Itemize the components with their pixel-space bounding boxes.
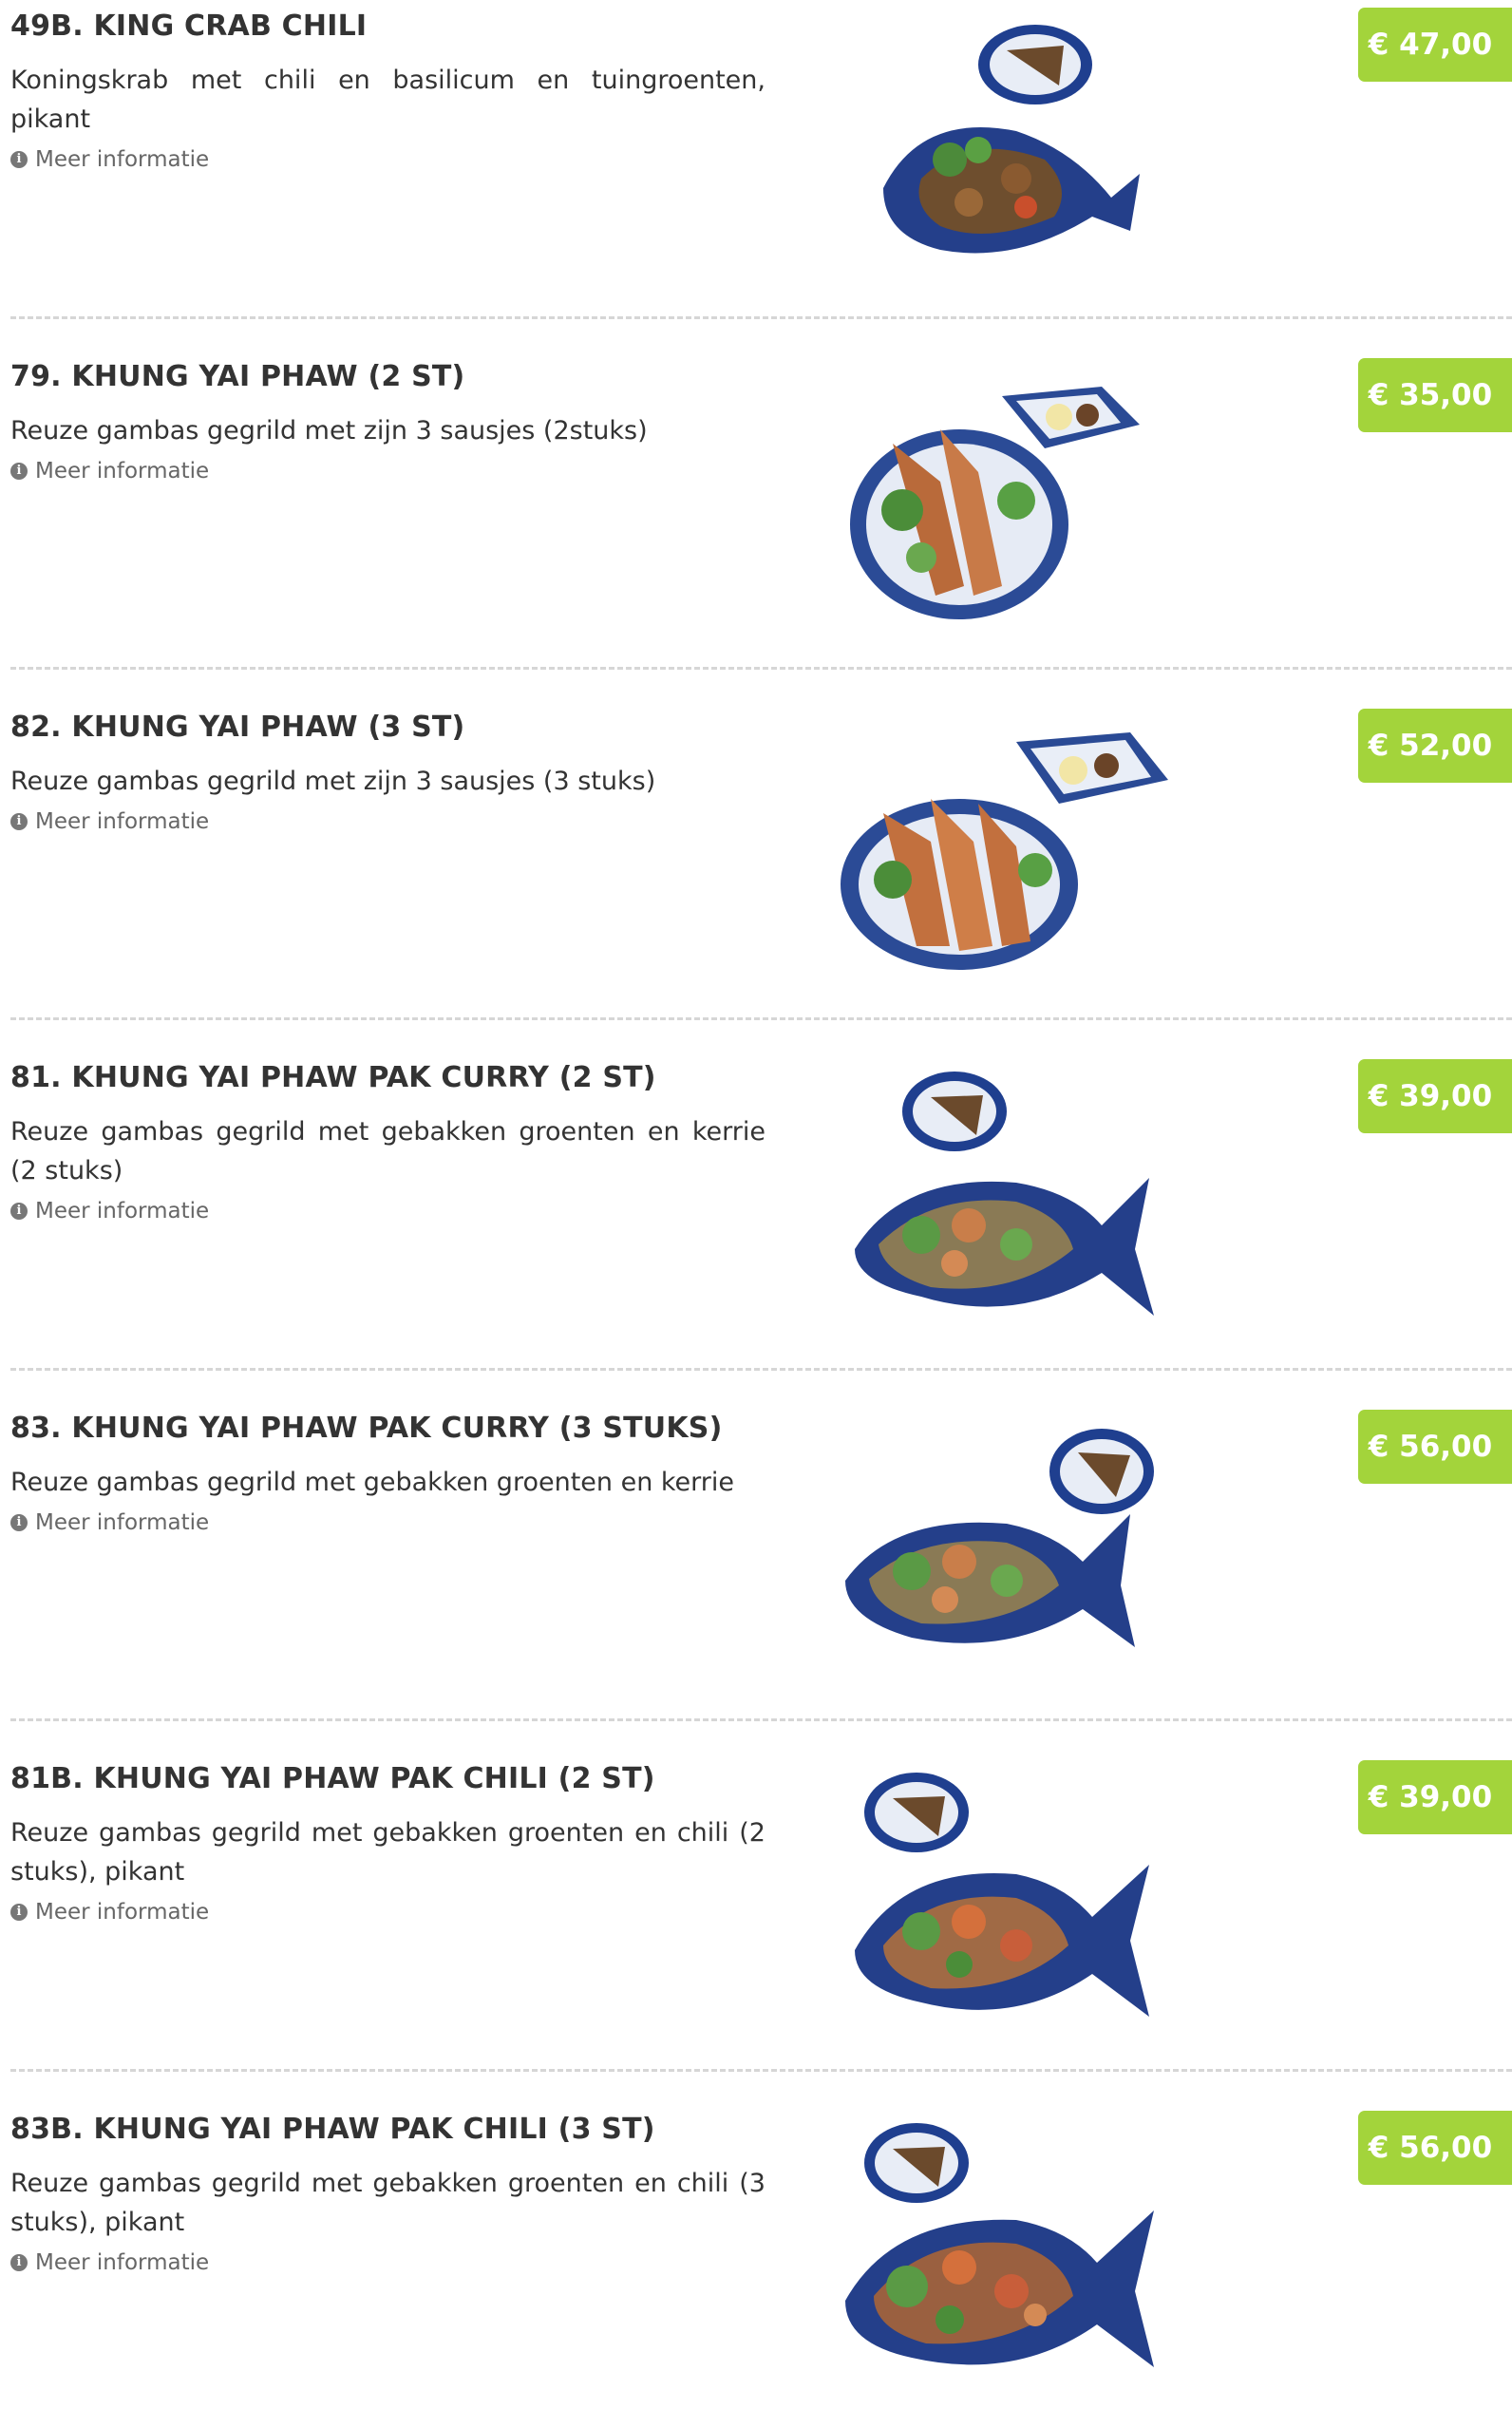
menu-item-description: Reuze gambas gegrild met gebakken groent…	[10, 1117, 765, 1186]
more-info-link[interactable]: i Meer informatie	[10, 1508, 765, 1538]
menu-item-description: Reuze gambas gegrild met zijn 3 sausjes …	[10, 416, 648, 446]
menu-item-title: 83. KHUNG YAI PHAW PAK CURRY (3 STUKS)	[10, 1412, 723, 1445]
more-info-label: Meer informatie	[35, 1900, 210, 1925]
more-info-link[interactable]: i Meer informatie	[10, 144, 765, 175]
menu-item-title: 83B. KHUNG YAI PHAW PAK CHILI (3 ST)	[10, 2113, 655, 2146]
more-info-link[interactable]: i Meer informatie	[10, 456, 765, 486]
menu-item: 81B. KHUNG YAI PHAW PAK CHILI (2 ST) Reu…	[0, 1753, 1512, 2103]
menu-item-info: 81. KHUNG YAI PHAW PAK CURRY (2 ST) Reuz…	[10, 1057, 765, 1226]
fish-plate-dish-image	[826, 2111, 1187, 2386]
price-button[interactable]: € 39,00	[1358, 1059, 1512, 1133]
menu-item-info: 49B. KING CRAB CHILI Koningskrab met chi…	[10, 6, 765, 175]
menu-item-description: Reuze gambas gegrild met gebakken groent…	[10, 1468, 735, 1497]
more-info-label: Meer informatie	[35, 1510, 210, 1535]
menu-item: 82. KHUNG YAI PHAW (3 ST) Reuze gambas g…	[0, 701, 1512, 1052]
menu-item-description: Reuze gambas gegrild met zijn 3 sausjes …	[10, 767, 656, 796]
menu-item-description: Reuze gambas gegrild met gebakken groent…	[10, 2169, 765, 2237]
more-info-label: Meer informatie	[35, 809, 210, 834]
more-info-label: Meer informatie	[35, 459, 210, 484]
more-info-link[interactable]: i Meer informatie	[10, 1196, 765, 1226]
menu-item: 83. KHUNG YAI PHAW PAK CURRY (3 STUKS) R…	[0, 1402, 1512, 1753]
menu-item-title: 81. KHUNG YAI PHAW PAK CURRY (2 ST)	[10, 1061, 656, 1094]
price-button[interactable]: € 52,00	[1358, 709, 1512, 783]
menu-item-info: 81B. KHUNG YAI PHAW PAK CHILI (2 ST) Reu…	[10, 1758, 765, 1927]
more-info-link[interactable]: i Meer informatie	[10, 2248, 765, 2278]
info-icon: i	[10, 1203, 28, 1220]
info-icon: i	[10, 151, 28, 168]
more-info-link[interactable]: i Meer informatie	[10, 1897, 765, 1927]
fish-plate-dish-image	[826, 1410, 1187, 1685]
menu-item-description: Reuze gambas gegrild met gebakken groent…	[10, 1818, 765, 1887]
info-icon: i	[10, 1904, 28, 1921]
menu-item-description: Koningskrab met chili en basilicum en tu…	[10, 66, 765, 134]
menu-item: 49B. KING CRAB CHILI Koningskrab met chi…	[0, 0, 1512, 351]
menu-list: 49B. KING CRAB CHILI Koningskrab met chi…	[0, 0, 1512, 2428]
info-icon: i	[10, 463, 28, 480]
menu-item: 83B. KHUNG YAI PHAW PAK CHILI (3 ST) Reu…	[0, 2103, 1512, 2428]
menu-item: 81. KHUNG YAI PHAW PAK CURRY (2 ST) Reuz…	[0, 1052, 1512, 1402]
divider	[10, 667, 1512, 670]
divider	[10, 1368, 1512, 1371]
grilled-prawns-dish-image	[826, 358, 1187, 634]
divider	[10, 1718, 1512, 1721]
divider	[10, 1017, 1512, 1020]
more-info-label: Meer informatie	[35, 1199, 210, 1223]
info-icon: i	[10, 1514, 28, 1531]
menu-item-info: 83. KHUNG YAI PHAW PAK CURRY (3 STUKS) R…	[10, 1408, 765, 1538]
king-crab-dish-image	[826, 8, 1187, 283]
info-icon: i	[10, 813, 28, 830]
fish-plate-dish-image	[826, 1760, 1187, 2036]
more-info-link[interactable]: i Meer informatie	[10, 806, 765, 837]
fish-plate-dish-image	[826, 1059, 1187, 1335]
price-button[interactable]: € 56,00	[1358, 1410, 1512, 1484]
menu-item-info: 79. KHUNG YAI PHAW (2 ST) Reuze gambas g…	[10, 356, 765, 486]
price-button[interactable]: € 56,00	[1358, 2111, 1512, 2185]
menu-item-title: 82. KHUNG YAI PHAW (3 ST)	[10, 711, 465, 744]
menu-item-info: 83B. KHUNG YAI PHAW PAK CHILI (3 ST) Reu…	[10, 2109, 765, 2278]
more-info-label: Meer informatie	[35, 147, 210, 172]
info-icon: i	[10, 2254, 28, 2271]
price-button[interactable]: € 35,00	[1358, 358, 1512, 432]
menu-item-title: 49B. KING CRAB CHILI	[10, 9, 368, 43]
more-info-label: Meer informatie	[35, 2250, 210, 2275]
menu-item-title: 81B. KHUNG YAI PHAW PAK CHILI (2 ST)	[10, 1762, 655, 1795]
divider	[10, 2069, 1512, 2072]
menu-item-info: 82. KHUNG YAI PHAW (3 ST) Reuze gambas g…	[10, 707, 765, 837]
menu-item: 79. KHUNG YAI PHAW (2 ST) Reuze gambas g…	[0, 351, 1512, 701]
price-button[interactable]: € 39,00	[1358, 1760, 1512, 1834]
grilled-prawns-dish-image	[826, 709, 1187, 984]
price-button[interactable]: € 47,00	[1358, 8, 1512, 82]
divider	[10, 316, 1512, 319]
menu-item-title: 79. KHUNG YAI PHAW (2 ST)	[10, 360, 465, 393]
